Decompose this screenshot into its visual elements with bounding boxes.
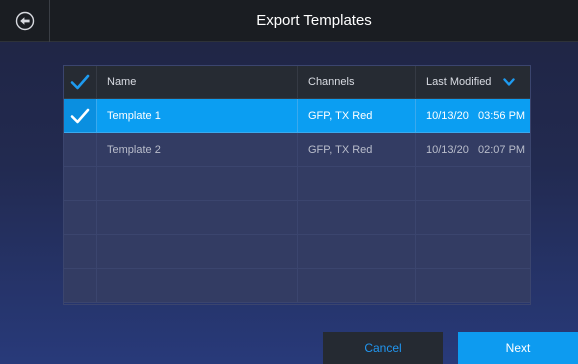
empty-cell [97, 167, 298, 201]
row-last-modified: 10/13/20 02:07 PM [416, 133, 530, 167]
row-checkbox[interactable] [64, 133, 97, 167]
empty-cell [97, 201, 298, 235]
checkmark-icon [70, 108, 90, 123]
row-name: Template 2 [97, 133, 298, 167]
select-all-checkbox[interactable] [64, 66, 97, 99]
row-checkbox[interactable] [64, 99, 97, 133]
row-last-modified: 10/13/20 03:56 PM [416, 99, 530, 133]
empty-cell [64, 269, 97, 303]
column-header-last-modified-label: Last Modified [426, 76, 492, 88]
empty-cell [97, 269, 298, 303]
export-templates-screen: Export Templates Name Channels Last Modi… [0, 0, 578, 364]
empty-table-row [64, 167, 530, 201]
empty-table-row [64, 235, 530, 269]
table-row[interactable]: Template 2 GFP, TX Red 10/13/20 02:07 PM [64, 133, 530, 167]
empty-cell [64, 235, 97, 269]
column-header-last-modified[interactable]: Last Modified [416, 66, 530, 99]
arrow-left-circle-icon [15, 11, 34, 31]
column-header-channels[interactable]: Channels [298, 66, 416, 99]
page-title: Export Templates [256, 12, 372, 29]
title-bar: Export Templates [0, 0, 578, 42]
empty-cell [416, 167, 530, 201]
empty-cell [298, 235, 416, 269]
templates-table: Name Channels Last Modified Template 1 G… [63, 65, 531, 305]
chevron-down-icon[interactable] [503, 77, 516, 87]
empty-cell [64, 167, 97, 201]
table-row[interactable]: Template 1 GFP, TX Red 10/13/20 03:56 PM [64, 99, 530, 133]
empty-cell [298, 269, 416, 303]
next-button[interactable]: Next [458, 332, 578, 364]
column-header-channels-label: Channels [308, 76, 355, 88]
checkmark-icon [70, 74, 90, 90]
empty-cell [416, 201, 530, 235]
cancel-button[interactable]: Cancel [323, 332, 443, 364]
row-channels: GFP, TX Red [298, 133, 416, 167]
row-name: Template 1 [97, 99, 298, 133]
empty-cell [298, 201, 416, 235]
empty-cell [298, 167, 416, 201]
empty-cell [416, 235, 530, 269]
back-button[interactable] [0, 0, 50, 42]
empty-table-row [64, 269, 530, 303]
column-header-name[interactable]: Name [97, 66, 298, 99]
column-header-name-label: Name [107, 76, 137, 88]
empty-cell [64, 201, 97, 235]
table-header-row: Name Channels Last Modified [64, 66, 530, 99]
empty-table-row [64, 201, 530, 235]
empty-cell [416, 269, 530, 303]
empty-cell [97, 235, 298, 269]
row-channels: GFP, TX Red [298, 99, 416, 133]
